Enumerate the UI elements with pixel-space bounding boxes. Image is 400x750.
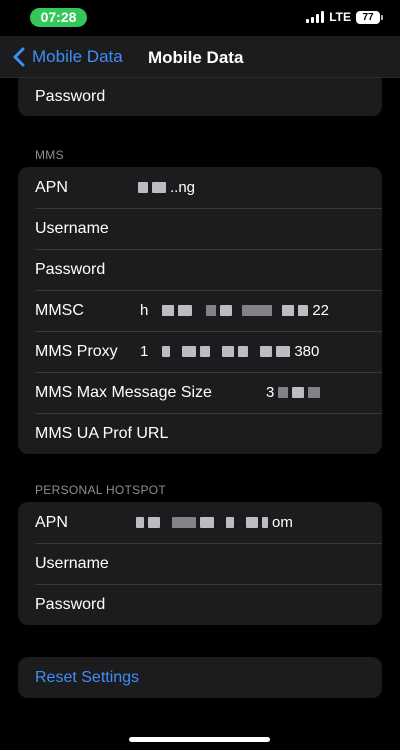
- mms-proxy-row[interactable]: MMS Proxy 1 380: [18, 331, 382, 372]
- status-time: 07:28: [30, 8, 87, 27]
- hotspot-apn-row[interactable]: APN om: [18, 502, 382, 543]
- reset-group: Reset Settings: [18, 657, 382, 698]
- row-label: Username: [35, 219, 109, 237]
- status-indicators: LTE 77: [306, 10, 383, 24]
- battery-icon: 77: [356, 10, 383, 24]
- mms-max-size-value: 3: [266, 384, 321, 401]
- status-bar: 07:28 LTE 77: [0, 0, 400, 36]
- cellular-data-group: Password: [18, 78, 382, 116]
- row-label: APN: [35, 513, 68, 531]
- row-label: Password: [35, 260, 106, 278]
- row-label: MMS Max Message Size: [35, 383, 212, 401]
- mms-proxy-value: 1 380: [140, 343, 320, 360]
- mms-apn-row[interactable]: APN ..ng: [18, 167, 382, 208]
- row-label: MMS Proxy: [35, 342, 118, 360]
- page-title: Mobile Data: [148, 48, 244, 67]
- mms-ua-prof-url-row[interactable]: MMS UA Prof URL: [18, 413, 382, 454]
- network-type: LTE: [329, 10, 351, 24]
- navigation-bar: Mobile Data Mobile Data: [0, 36, 400, 78]
- back-button[interactable]: Mobile Data: [10, 46, 123, 68]
- mms-username-row[interactable]: Username: [18, 208, 382, 249]
- home-indicator[interactable]: [129, 737, 270, 742]
- signal-strength-icon: [306, 11, 325, 23]
- mms-password-row[interactable]: Password: [18, 249, 382, 290]
- row-label: Password: [35, 88, 106, 105]
- mmsc-value: h 22: [140, 302, 330, 319]
- hotspot-username-row[interactable]: Username: [18, 543, 382, 584]
- chevron-left-icon: [13, 47, 25, 67]
- row-label: MMS UA Prof URL: [35, 424, 169, 442]
- mms-group: APN ..ng Username Password MMSC h 22 MMS…: [18, 167, 382, 454]
- mms-max-size-row[interactable]: MMS Max Message Size 3: [18, 372, 382, 413]
- settings-list[interactable]: Password MMS APN ..ng Username Password …: [0, 78, 400, 750]
- mms-apn-value: ..ng: [138, 179, 195, 196]
- cellular-password-row[interactable]: Password: [18, 78, 382, 116]
- back-button-label: Mobile Data: [32, 47, 123, 66]
- row-label: Password: [35, 595, 106, 613]
- screen: 07:28 LTE 77 Mobile Data Mobile Data Pas…: [0, 0, 400, 750]
- mms-section-header: MMS: [35, 148, 64, 162]
- hotspot-group: APN om Username Password: [18, 502, 382, 625]
- hotspot-apn-value: om: [136, 514, 293, 531]
- hotspot-section-header: PERSONAL HOTSPOT: [35, 483, 167, 497]
- row-label: APN: [35, 178, 68, 196]
- reset-settings-button[interactable]: Reset Settings: [18, 657, 382, 698]
- mmsc-row[interactable]: MMSC h 22: [18, 290, 382, 331]
- row-label: MMSC: [35, 301, 84, 319]
- row-label: Username: [35, 554, 109, 572]
- hotspot-password-row[interactable]: Password: [18, 584, 382, 625]
